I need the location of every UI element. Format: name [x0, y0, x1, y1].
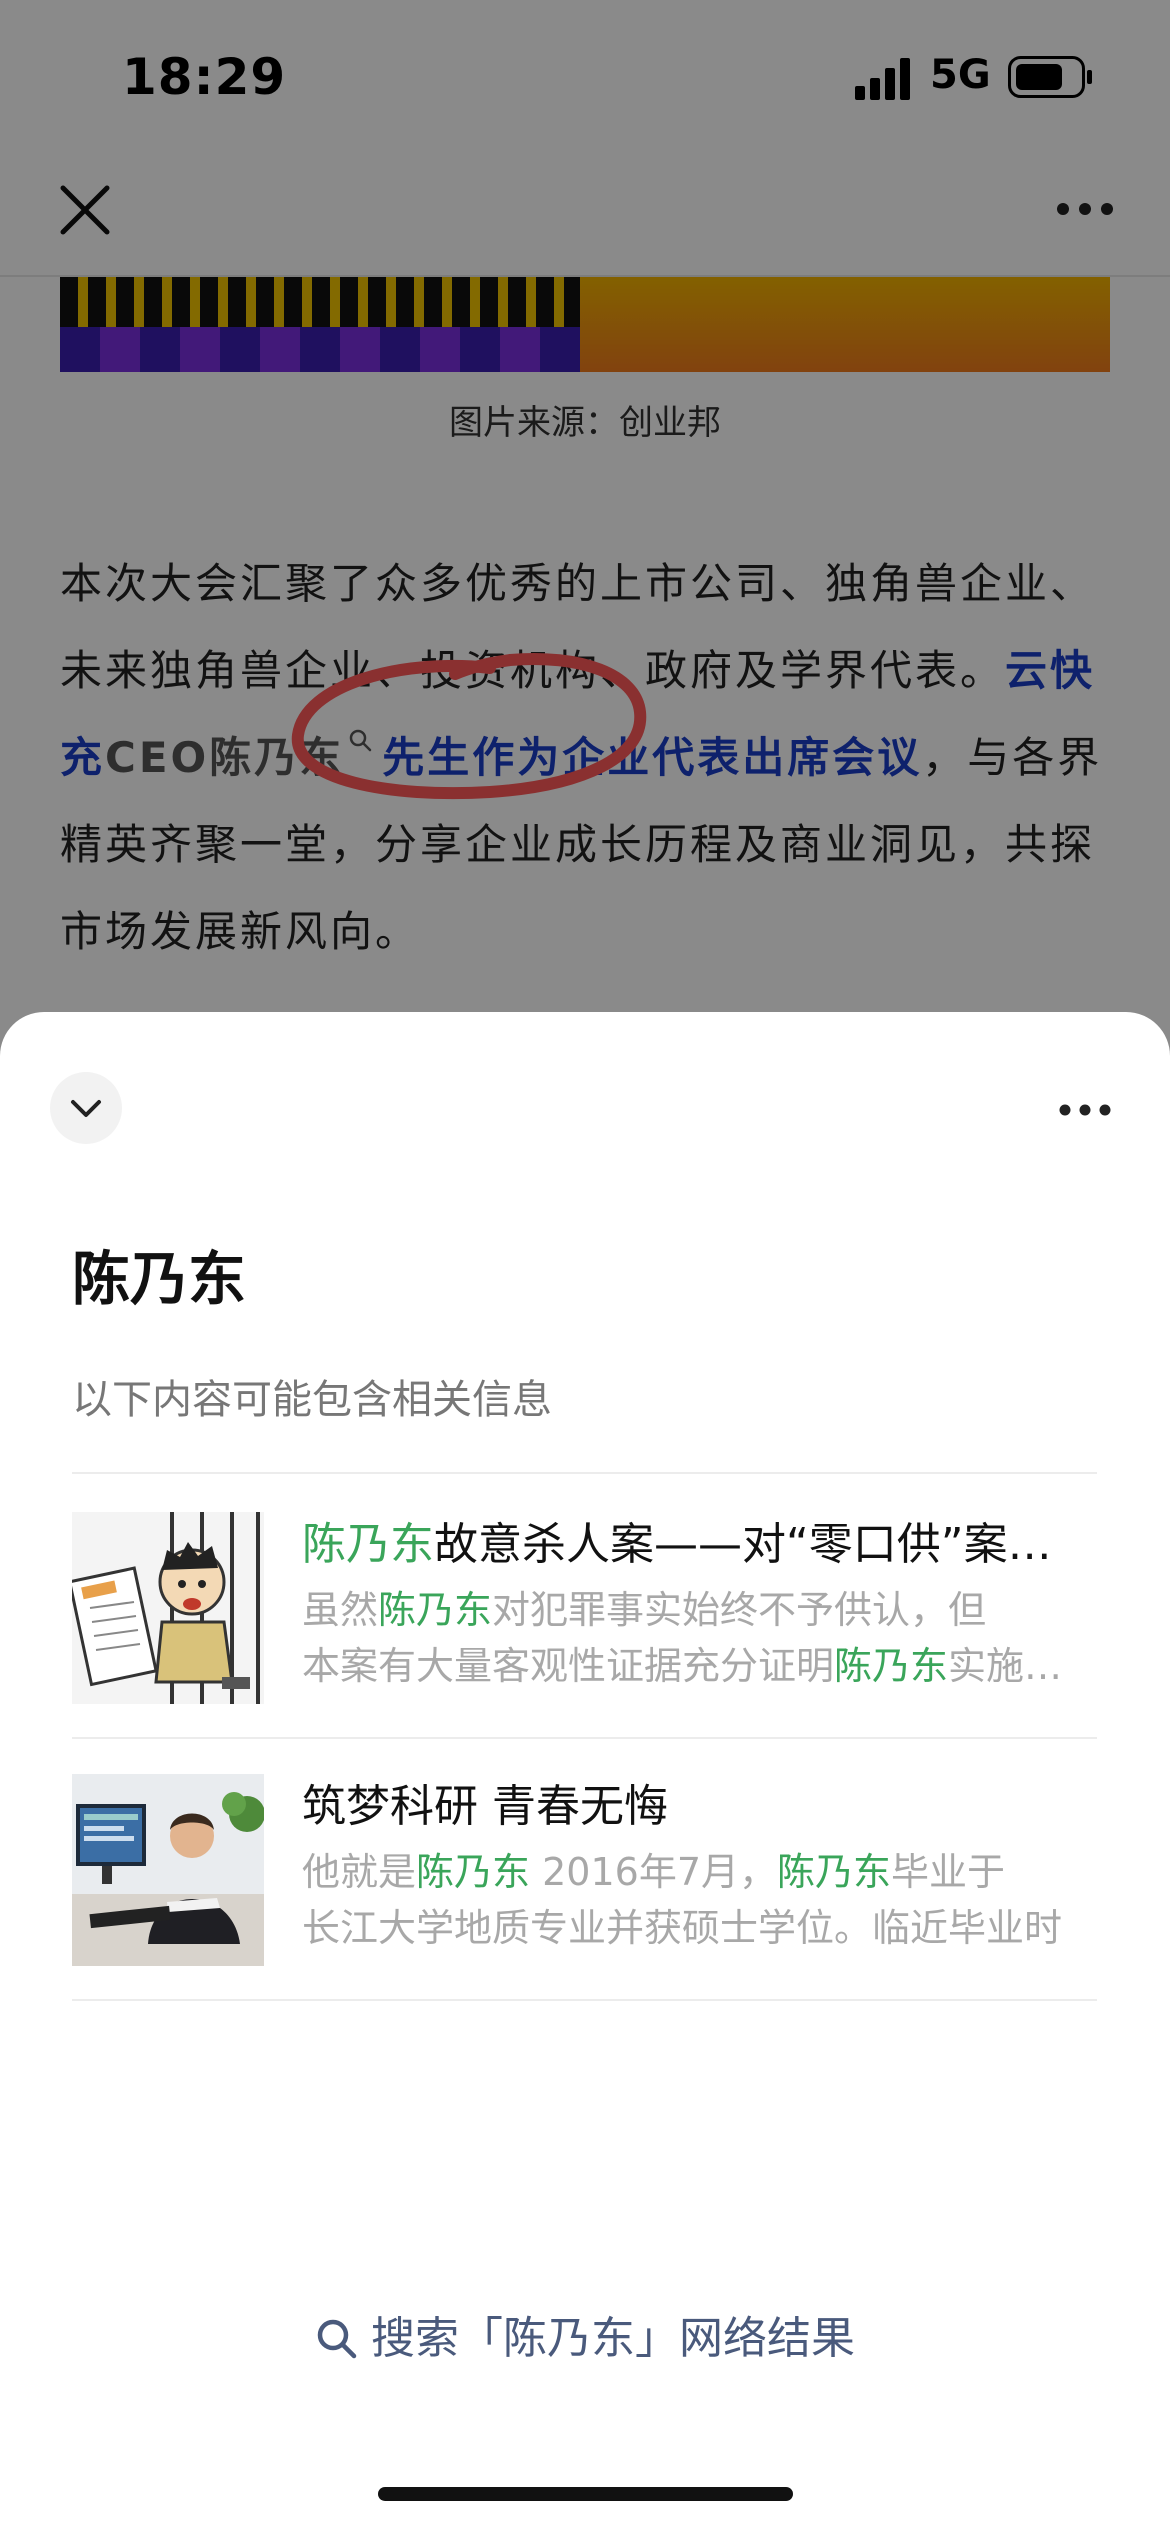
result-title: 陈乃东故意杀人案——对“零口供”案件的审查与认定 — [302, 1508, 1092, 1572]
result-item[interactable]: 陈乃东故意杀人案——对“零口供”案件的审查与认定 虽然陈乃东对犯罪事实始终不予供… — [72, 1512, 1097, 1704]
snippet-highlight: 陈乃东 — [378, 1588, 493, 1632]
snippet-text: 本案有大量客观性证据充分证明 — [302, 1644, 835, 1688]
result-snippet-line: 虽然陈乃东对犯罪事实始终不予供认，但 — [302, 1582, 1092, 1638]
man-at-computer-photo — [72, 1774, 264, 1966]
snippet-text: 实施了犯罪行为 — [948, 1644, 1092, 1688]
search-icon — [317, 2319, 357, 2359]
snippet-highlight: 陈乃东 — [834, 1644, 949, 1688]
divider — [72, 1737, 1097, 1739]
snippet-text: 毕业于 — [891, 1850, 1006, 1894]
more-icon[interactable] — [1057, 1100, 1113, 1120]
snippet-text: 他就是 — [302, 1850, 417, 1894]
snippet-highlight: 陈乃东 — [777, 1850, 892, 1894]
snippet-highlight: 陈乃东 — [416, 1850, 531, 1894]
web-search-label: 搜索「陈乃东」网络结果 — [371, 2313, 855, 2364]
snippet-text: 长江大学地质专业并获硕士学位。临近毕业时 — [302, 1906, 1063, 1950]
sheet-title: 陈乃东 — [72, 1245, 247, 1313]
home-indicator[interactable] — [378, 2487, 793, 2501]
result-title-highlight: 陈乃东 — [302, 1519, 434, 1570]
collapse-button[interactable] — [50, 1072, 122, 1144]
snippet-text: 对犯罪事实始终不予供认，但 — [492, 1588, 987, 1632]
chevron-down-icon — [71, 1100, 101, 1117]
divider — [72, 1472, 1097, 1474]
dim-overlay[interactable] — [0, 0, 1170, 1100]
result-snippet-line: 长江大学地质专业并获硕士学位。临近毕业时 — [302, 1900, 1092, 1956]
result-snippet: 虽然陈乃东对犯罪事实始终不予供认，但 本案有大量客观性证据充分证明陈乃东实施了犯… — [302, 1582, 1092, 1694]
result-thumbnail — [72, 1512, 264, 1704]
snippet-text: 虽然 — [302, 1588, 379, 1632]
result-thumbnail — [72, 1774, 264, 1966]
result-title-text: 故意杀人案——对“零口供”案件的审查与认定 — [434, 1519, 1092, 1570]
snippet-text: 2016年7月， — [530, 1850, 777, 1894]
result-snippet: 他就是陈乃东 2016年7月，陈乃东毕业于 长江大学地质专业并获硕士学位。临近毕… — [302, 1844, 1092, 1956]
result-title: 筑梦科研 青春无悔 — [302, 1781, 668, 1832]
web-search-link[interactable]: 搜索「陈乃东」网络结果 — [0, 2302, 1170, 2366]
result-item[interactable]: 筑梦科研 青春无悔 他就是陈乃东 2016年7月，陈乃东毕业于 长江大学地质专业… — [72, 1774, 1097, 1966]
divider — [72, 1999, 1097, 2001]
cartoon-prisoner-image — [72, 1512, 264, 1704]
result-snippet-line: 他就是陈乃东 2016年7月，陈乃东毕业于 — [302, 1844, 1092, 1900]
sheet-subtitle: 以下内容可能包含相关信息 — [72, 1377, 552, 1423]
term-search-sheet: 陈乃东 以下内容可能包含相关信息 陈乃东故意杀人案——对“零口供”案件的 虽然陈… — [0, 1012, 1170, 2532]
result-snippet-line: 本案有大量客观性证据充分证明陈乃东实施了犯罪行为 — [302, 1638, 1092, 1694]
